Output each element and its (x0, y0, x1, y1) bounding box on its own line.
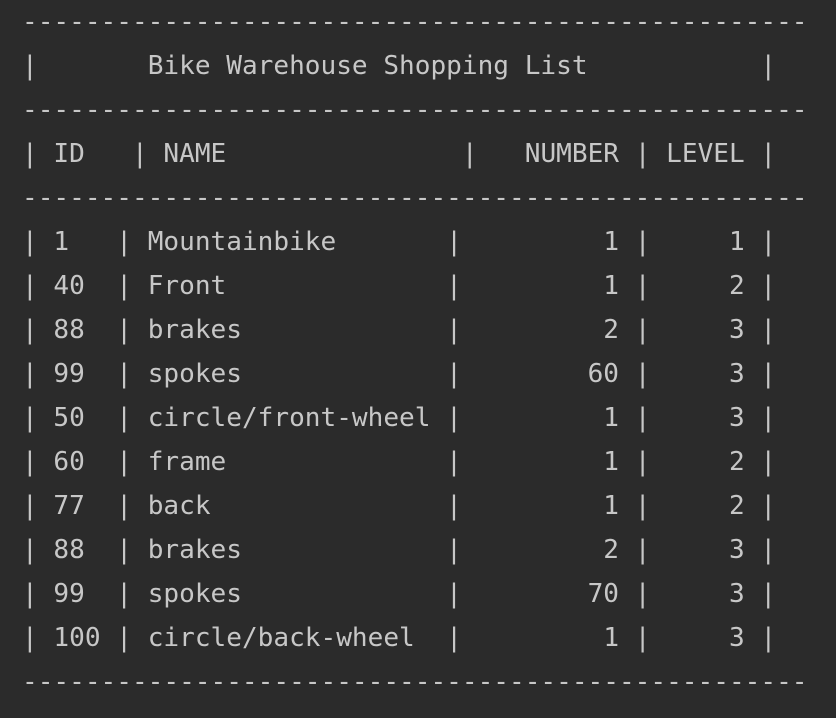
table-row: | 50 | circle/front-wheel | 1 | 3 | (22, 403, 777, 433)
table-row: | 1 | Mountainbike | 1 | 1 | (22, 227, 777, 257)
cell-name: brakes (147, 315, 242, 345)
cell-number: 1 (603, 491, 620, 521)
cell-level: 3 (729, 403, 745, 433)
separator-line-body: ----------------------------------------… (22, 183, 808, 213)
cell-id: 40 (53, 271, 85, 301)
cell-id: 77 (53, 491, 85, 521)
cell-number: 1 (603, 447, 620, 477)
cell-name: back (147, 491, 211, 521)
table-row: | 88 | brakes | 2 | 3 | (22, 535, 777, 565)
cell-id: 60 (53, 447, 85, 477)
table-row: | 40 | Front | 1 | 2 | (22, 271, 777, 301)
cell-number: 60 (587, 359, 619, 389)
console-output: ----------------------------------------… (22, 0, 822, 718)
cell-level: 1 (729, 227, 745, 257)
cell-name: Front (147, 271, 227, 301)
column-header-id: ID (53, 139, 85, 169)
cell-level: 2 (729, 447, 745, 477)
table-row: | 88 | brakes | 2 | 3 | (22, 315, 777, 345)
cell-level: 3 (728, 579, 745, 609)
cell-name: frame (147, 447, 227, 477)
cell-id: 1 (53, 227, 70, 257)
separator-line-header: ----------------------------------------… (22, 95, 808, 125)
table-row: | 99 | spokes | 70 | 3 | (22, 579, 777, 609)
cell-number: 1 (603, 403, 620, 433)
cell-number: 70 (587, 579, 619, 609)
cell-level: 3 (729, 315, 745, 345)
cell-name: brakes (147, 535, 242, 565)
cell-name: Mountainbike (147, 227, 337, 257)
cell-name: spokes (147, 359, 242, 389)
table-row: | 100 | circle/back-wheel | 1 | 3 | (22, 623, 777, 653)
cell-level: 3 (728, 359, 745, 389)
cell-name: spokes (147, 579, 242, 609)
cell-number: 1 (603, 227, 620, 257)
separator-line-top: ----------------------------------------… (22, 7, 808, 37)
cell-level: 2 (729, 271, 745, 301)
cell-level: 3 (729, 623, 745, 653)
title-row: | Bike Warehouse Shopping List | (22, 51, 777, 81)
cell-name: circle/back-wheel (147, 623, 415, 653)
cell-id: 99 (53, 579, 85, 609)
cell-level: 2 (729, 491, 745, 521)
cell-number: 2 (603, 315, 620, 345)
cell-id: 88 (53, 535, 85, 565)
cell-number: 2 (603, 535, 620, 565)
column-header-name: NAME (163, 139, 227, 169)
cell-number: 1 (603, 271, 620, 301)
cell-id: 100 (53, 623, 101, 653)
column-header-number: NUMBER (524, 139, 620, 169)
cell-id: 99 (53, 359, 85, 389)
cell-id: 50 (53, 403, 85, 433)
header-row: | ID | NAME | NUMBER | LEVEL | (22, 139, 777, 169)
separator-line-bottom: ----------------------------------------… (22, 667, 808, 697)
table-row: | 77 | back | 1 | 2 | (22, 491, 777, 521)
cell-name: circle/front-wheel (147, 403, 431, 433)
table-row: | 60 | frame | 1 | 2 | (22, 447, 777, 477)
column-header-level: LEVEL (666, 139, 745, 169)
cell-id: 88 (53, 315, 85, 345)
cell-level: 3 (729, 535, 745, 565)
table-title: Bike Warehouse Shopping List (147, 51, 588, 81)
table-row: | 99 | spokes | 60 | 3 | (22, 359, 777, 389)
cell-number: 1 (603, 623, 620, 653)
